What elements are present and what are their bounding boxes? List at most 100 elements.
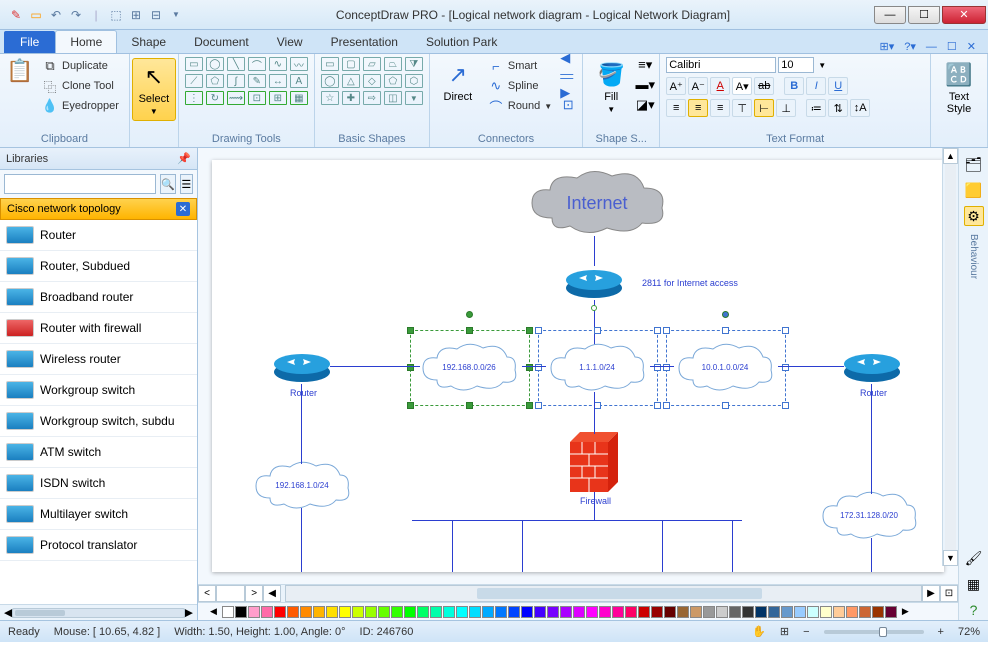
undo-icon[interactable]: ↶ xyxy=(48,7,64,23)
hscroll-left-button[interactable]: ◀ xyxy=(263,585,281,602)
library-search-input[interactable] xyxy=(4,174,156,194)
tab-shape[interactable]: Shape xyxy=(117,31,180,53)
palette-swatch[interactable] xyxy=(872,606,884,618)
subnet-cloud-3[interactable]: 10.0.1.0.0/24 xyxy=(673,342,777,392)
minimize-ribbon-icon[interactable]: — xyxy=(926,41,937,53)
palette-swatch[interactable] xyxy=(469,606,481,618)
tab-solution-park[interactable]: Solution Park xyxy=(412,31,511,53)
canvas-v-scrollbar[interactable]: ▲ ▼ xyxy=(942,148,958,566)
file-tab[interactable]: File xyxy=(4,31,55,53)
new-page-icon[interactable]: ▭ xyxy=(28,7,44,23)
palette-swatch[interactable] xyxy=(885,606,897,618)
shape-star[interactable]: ☆ xyxy=(321,91,339,105)
page-prev-button[interactable]: < xyxy=(198,585,216,602)
palette-swatch[interactable] xyxy=(729,606,741,618)
palette-swatch[interactable] xyxy=(690,606,702,618)
palette-swatch[interactable] xyxy=(222,606,234,618)
palette-swatch[interactable] xyxy=(612,606,624,618)
scroll-down-icon[interactable]: ▼ xyxy=(943,550,958,566)
palette-swatch[interactable] xyxy=(651,606,663,618)
firewall-shape[interactable] xyxy=(570,432,618,492)
font-family-select[interactable] xyxy=(666,57,776,73)
decrease-font-button[interactable]: A⁻ xyxy=(688,77,708,95)
conn-settings-icon[interactable]: ⊡ xyxy=(560,97,576,113)
palette-swatch[interactable] xyxy=(638,606,650,618)
shape-pentagon[interactable]: ⬠ xyxy=(384,74,402,88)
round-connector-button[interactable]: ⌒Round ▼ xyxy=(484,97,556,115)
arrow-end-icon[interactable]: —▶ xyxy=(560,77,576,93)
qat-dropdown-icon[interactable]: ▼ xyxy=(168,7,184,23)
palette-swatch[interactable] xyxy=(599,606,611,618)
save-icon[interactable]: ⊟ xyxy=(148,7,164,23)
palette-swatch[interactable] xyxy=(755,606,767,618)
grid-tool[interactable]: ▦ xyxy=(290,91,308,105)
palette-swatch[interactable] xyxy=(586,606,598,618)
shape-hexagon[interactable]: ⬡ xyxy=(405,74,423,88)
library-item[interactable]: Multilayer switch xyxy=(0,499,197,530)
shape-roundrect[interactable]: ▢ xyxy=(342,57,360,71)
zoom-slider[interactable] xyxy=(824,630,924,634)
palette-swatch[interactable] xyxy=(716,606,728,618)
help-icon[interactable]: ?▾ xyxy=(904,40,916,53)
library-item[interactable]: ISDN switch xyxy=(0,468,197,499)
palette-swatch[interactable] xyxy=(404,606,416,618)
library-search-button[interactable]: 🔍 xyxy=(160,174,176,194)
library-close-icon[interactable]: ✕ xyxy=(176,202,190,216)
shape-ellipse[interactable]: ◯ xyxy=(321,74,339,88)
scroll-up-icon[interactable]: ▲ xyxy=(943,148,958,164)
edit-points-tool[interactable]: ⋮ xyxy=(185,91,203,105)
palette-swatch[interactable] xyxy=(794,606,806,618)
palette-swatch[interactable] xyxy=(573,606,585,618)
font-size-select[interactable] xyxy=(778,57,814,73)
router-2811[interactable] xyxy=(564,264,624,300)
palette-swatch[interactable] xyxy=(378,606,390,618)
palette-swatch[interactable] xyxy=(547,606,559,618)
palette-swatch[interactable] xyxy=(625,606,637,618)
zoom-out-button[interactable]: − xyxy=(803,626,809,638)
pencil-icon[interactable]: ✎ xyxy=(8,7,24,23)
close-button[interactable]: ✕ xyxy=(942,6,986,24)
drawing-page[interactable]: Internet 2811 for Internet access xyxy=(212,160,944,572)
library-item[interactable]: Workgroup switch xyxy=(0,375,197,406)
palette-swatch[interactable] xyxy=(560,606,572,618)
library-item[interactable]: Router xyxy=(0,220,197,251)
palette-swatch[interactable] xyxy=(287,606,299,618)
smart-connector-button[interactable]: ⌐Smart xyxy=(484,57,556,75)
router-left[interactable] xyxy=(272,348,332,384)
connector-tool[interactable]: ⟿ xyxy=(227,91,245,105)
library-item[interactable]: Protocol translator xyxy=(0,530,197,561)
fill-button[interactable]: 🪣 Fill ▼ xyxy=(589,57,633,118)
text-direction-button[interactable]: ↕A xyxy=(850,99,870,117)
spline-connector-button[interactable]: ∿Spline xyxy=(484,77,556,95)
palette-swatch[interactable] xyxy=(703,606,715,618)
dim-tool[interactable]: ↔ xyxy=(269,74,287,88)
rail-layers-icon[interactable]: 🗂 xyxy=(964,154,984,174)
palette-swatch[interactable] xyxy=(313,606,325,618)
palette-swatch[interactable] xyxy=(495,606,507,618)
library-item[interactable]: Router, Subdued xyxy=(0,251,197,282)
align-middle-button[interactable]: ⊢ xyxy=(754,99,774,117)
rail-object-icon[interactable]: ▦ xyxy=(964,574,984,594)
palette-swatch[interactable] xyxy=(352,606,364,618)
underline-button[interactable]: U xyxy=(828,77,848,95)
palette-swatch[interactable] xyxy=(482,606,494,618)
palette-swatch[interactable] xyxy=(534,606,546,618)
palette-swatch[interactable] xyxy=(833,606,845,618)
rail-brush-icon[interactable]: 🖌 xyxy=(964,548,984,568)
zoom-in-button[interactable]: + xyxy=(938,626,944,638)
canvas-resize-grip[interactable]: ⊡ xyxy=(940,585,958,602)
line-tool[interactable]: ╲ xyxy=(227,57,245,71)
palette-next-icon[interactable]: ▶ xyxy=(902,606,909,617)
highlight-button[interactable]: A▾ xyxy=(732,77,752,95)
palette-swatch[interactable] xyxy=(859,606,871,618)
restore-child-icon[interactable]: ☐ xyxy=(947,40,957,53)
font-color-button[interactable]: A xyxy=(710,77,730,95)
palette-swatch[interactable] xyxy=(261,606,273,618)
library-item[interactable]: Broadband router xyxy=(0,282,197,313)
tab-view[interactable]: View xyxy=(263,31,317,53)
subnet-cloud-1[interactable]: 192.168.0.0/26 xyxy=(417,342,521,392)
subnet-cloud-4[interactable]: 192.168.1.0/24 xyxy=(250,460,354,510)
canvas-h-scrollbar[interactable] xyxy=(285,585,922,602)
palette-swatch[interactable] xyxy=(248,606,260,618)
shape-trapezoid[interactable]: ⏢ xyxy=(384,57,402,71)
